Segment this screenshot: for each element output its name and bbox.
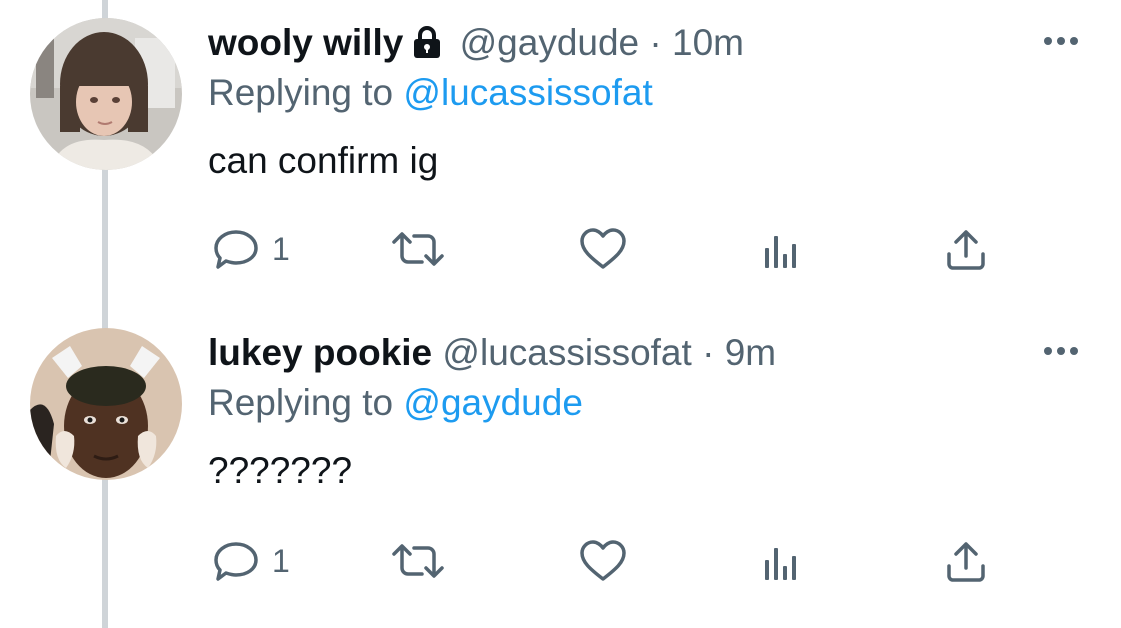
heart-icon	[580, 540, 626, 581]
like-button[interactable]	[578, 226, 628, 272]
more-horizontal-icon[interactable]	[1040, 338, 1082, 364]
reply-button[interactable]: 1	[212, 538, 302, 584]
views-button[interactable]	[762, 538, 802, 584]
share-button[interactable]	[944, 538, 988, 584]
timestamp[interactable]: 10m	[672, 22, 744, 63]
views-chart-icon	[765, 548, 796, 580]
mention-link[interactable]: @lucassissofat	[403, 72, 652, 113]
reply-icon	[214, 542, 258, 581]
display-name[interactable]: lukey pookie	[208, 332, 432, 373]
display-name[interactable]: wooly willy	[208, 22, 403, 63]
reply-button[interactable]: 1	[212, 226, 302, 272]
replying-to-label: Replying to	[208, 382, 394, 423]
avatar[interactable]	[30, 328, 182, 480]
tweet-header: lukey pookie @lucassissofat · 9m	[208, 328, 776, 378]
tweet-header: wooly willy @gaydude · 10m	[208, 18, 744, 72]
heart-icon	[580, 228, 626, 269]
reply-count: 1	[272, 543, 290, 579]
mention-link[interactable]: @gaydude	[403, 382, 583, 423]
handle[interactable]: @lucassissofat	[442, 332, 691, 373]
share-button[interactable]	[944, 226, 988, 272]
retweet-button[interactable]	[388, 226, 448, 272]
more-horizontal-icon[interactable]	[1040, 28, 1082, 54]
avatar[interactable]	[30, 18, 182, 170]
retweet-icon	[392, 232, 444, 266]
replying-to-label: Replying to	[208, 72, 394, 113]
share-icon	[947, 542, 985, 582]
replying-to: Replying to @lucassissofat	[208, 68, 653, 118]
replying-to: Replying to @gaydude	[208, 378, 583, 428]
views-chart-icon	[765, 236, 796, 268]
separator-dot: ·	[649, 22, 662, 63]
share-icon	[947, 230, 985, 270]
retweet-icon	[392, 544, 444, 578]
tweet-text: ???????	[208, 450, 353, 491]
views-button[interactable]	[762, 226, 802, 272]
reply-count: 1	[272, 231, 290, 267]
reply-icon	[214, 230, 258, 269]
tweet-text: can confirm ig	[208, 140, 439, 181]
retweet-button[interactable]	[388, 538, 448, 584]
timestamp[interactable]: 9m	[725, 332, 776, 373]
separator-dot: ·	[702, 332, 715, 373]
like-button[interactable]	[578, 538, 628, 584]
lock-icon	[411, 22, 443, 72]
tweet[interactable]: wooly willy @gaydude · 10m Replying to @…	[0, 0, 1121, 314]
handle[interactable]: @gaydude	[460, 22, 640, 63]
tweet[interactable]: lukey pookie @lucassissofat · 9m Replyin…	[0, 314, 1121, 628]
